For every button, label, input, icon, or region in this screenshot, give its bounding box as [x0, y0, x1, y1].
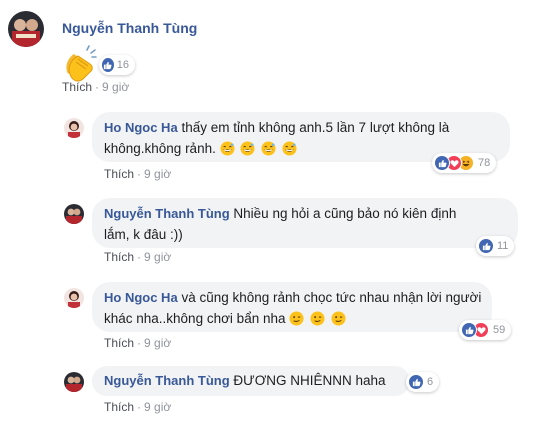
separator: · — [137, 400, 142, 414]
reaction-summary[interactable]: 11 — [476, 236, 515, 256]
timestamp[interactable]: 9 giờ — [144, 167, 171, 181]
reaction-count: 78 — [478, 157, 491, 169]
author-name[interactable]: Nguyễn Thanh Tùng — [104, 206, 230, 221]
reaction-summary[interactable]: 16 — [99, 55, 135, 75]
timestamp[interactable]: 9 giờ — [144, 400, 171, 414]
comment-bubble: Nguyễn Thanh Tùng Nhiều ng hỏi a cũng bả… — [92, 198, 518, 248]
avatar[interactable] — [64, 372, 84, 392]
separator: · — [137, 167, 142, 181]
like-icon — [461, 322, 477, 338]
comment-text: không.không rảnh. — [104, 141, 216, 156]
reaction-summary[interactable]: 59 — [459, 320, 512, 340]
avatar[interactable] — [8, 11, 44, 47]
comment-actions: Thích · 9 giờ — [104, 250, 171, 264]
comment-text: thấy em tỉnh không anh.5 lần 7 lượt khôn… — [181, 120, 450, 135]
reaction-count: 59 — [493, 324, 506, 336]
comment-actions: Thích · 9 giờ — [104, 336, 171, 350]
avatar[interactable] — [64, 118, 84, 138]
like-icon — [101, 57, 115, 73]
comment-text: và cũng không rảnh chọc tức nhau nhận lờ… — [181, 290, 482, 305]
like-icon — [478, 238, 494, 254]
clapping-hands-icon — [60, 44, 100, 84]
reaction-count: 11 — [497, 240, 509, 252]
like-icon — [408, 374, 424, 390]
like-link[interactable]: Thích — [104, 250, 134, 264]
comment-actions: Thích · 9 giờ — [104, 400, 171, 414]
like-link[interactable]: Thích — [104, 167, 134, 181]
avatar[interactable] — [64, 288, 84, 308]
separator: · — [137, 336, 142, 350]
comment-text: ĐƯƠNG NHIÊNNN haha — [233, 373, 386, 388]
reaction-summary[interactable]: 78 — [432, 153, 497, 173]
reaction-count: 16 — [116, 59, 129, 71]
author-name[interactable]: Ho Ngoc Ha — [104, 290, 178, 305]
like-icon — [434, 155, 450, 171]
author-name[interactable]: Nguyễn Thanh Tùng — [104, 373, 230, 388]
like-link[interactable]: Thích — [62, 80, 92, 94]
avatar[interactable] — [64, 204, 84, 224]
comment-text: Nhiều ng hỏi a cũng bảo nó kiên định — [233, 206, 457, 221]
author-name[interactable]: Ho Ngoc Ha — [104, 120, 178, 135]
comment-bubble: Nguyễn Thanh Tùng ĐƯƠNG NHIÊNNN haha — [92, 366, 410, 396]
comment-text: khác nha..không chơi bẩn nha — [104, 311, 286, 326]
reaction-count: 6 — [427, 376, 434, 388]
comment-bubble: Ho Ngoc Ha và cũng không rảnh chọc tức n… — [92, 282, 492, 332]
comment-actions: Thích · 9 giờ — [104, 167, 171, 181]
like-link[interactable]: Thích — [104, 336, 134, 350]
wink-icon — [289, 311, 348, 326]
author-name[interactable]: Nguyễn Thanh Tùng — [62, 20, 197, 36]
separator: · — [95, 80, 100, 94]
timestamp[interactable]: 9 giờ — [102, 80, 129, 94]
timestamp[interactable]: 9 giờ — [144, 250, 171, 264]
timestamp[interactable]: 9 giờ — [144, 336, 171, 350]
separator: · — [137, 250, 142, 264]
reaction-summary[interactable]: 6 — [406, 372, 440, 392]
comment-text: lắm, k đâu :)) — [104, 227, 183, 242]
like-link[interactable]: Thích — [104, 400, 134, 414]
comment-actions: Thích · 9 giờ — [62, 80, 129, 94]
grinning-sweat-icon — [220, 141, 299, 156]
